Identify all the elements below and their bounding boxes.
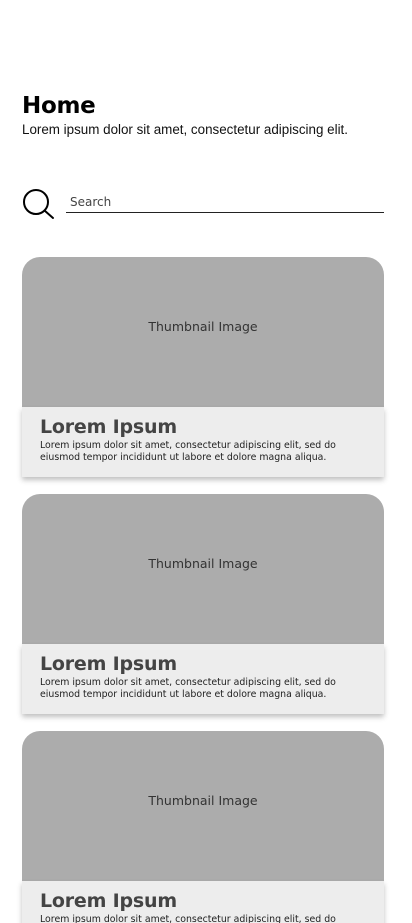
card-description: Lorem ipsum dolor sit amet, consectetur … [40,440,336,463]
card-title: Lorem Ipsum [40,890,177,912]
card-thumbnail[interactable]: Thumbnail Image [22,731,384,901]
card-title: Lorem Ipsum [40,653,177,675]
card-thumbnail[interactable]: Thumbnail Image [22,257,384,427]
thumbnail-label: Thumbnail Image [148,555,258,571]
card-description: Lorem ipsum dolor sit amet, consectetur … [40,677,336,700]
content-card[interactable]: Thumbnail Image Lorem Ipsum Lorem ipsum … [22,494,384,714]
search-input[interactable] [66,192,384,213]
search-bar [22,188,384,220]
card-title: Lorem Ipsum [40,416,177,438]
search-icon[interactable] [22,188,56,220]
content-card[interactable]: Thumbnail Image Lorem Ipsum Lorem ipsum … [22,257,384,477]
page-header: Home Lorem ipsum dolor sit amet, consect… [22,92,392,138]
thumbnail-label: Thumbnail Image [148,318,258,334]
card-caption: Lorem Ipsum Lorem ipsum dolor sit amet, … [22,881,384,923]
page-title: Home [22,93,96,119]
card-thumbnail[interactable]: Thumbnail Image [22,494,384,664]
card-caption: Lorem Ipsum Lorem ipsum dolor sit amet, … [22,644,384,714]
card-caption: Lorem Ipsum Lorem ipsum dolor sit amet, … [22,407,384,477]
content-card[interactable]: Thumbnail Image Lorem Ipsum Lorem ipsum … [22,731,384,923]
thumbnail-label: Thumbnail Image [148,792,258,808]
page-subtitle: Lorem ipsum dolor sit amet, consectetur … [22,122,348,137]
card-description: Lorem ipsum dolor sit amet, consectetur … [40,914,336,923]
